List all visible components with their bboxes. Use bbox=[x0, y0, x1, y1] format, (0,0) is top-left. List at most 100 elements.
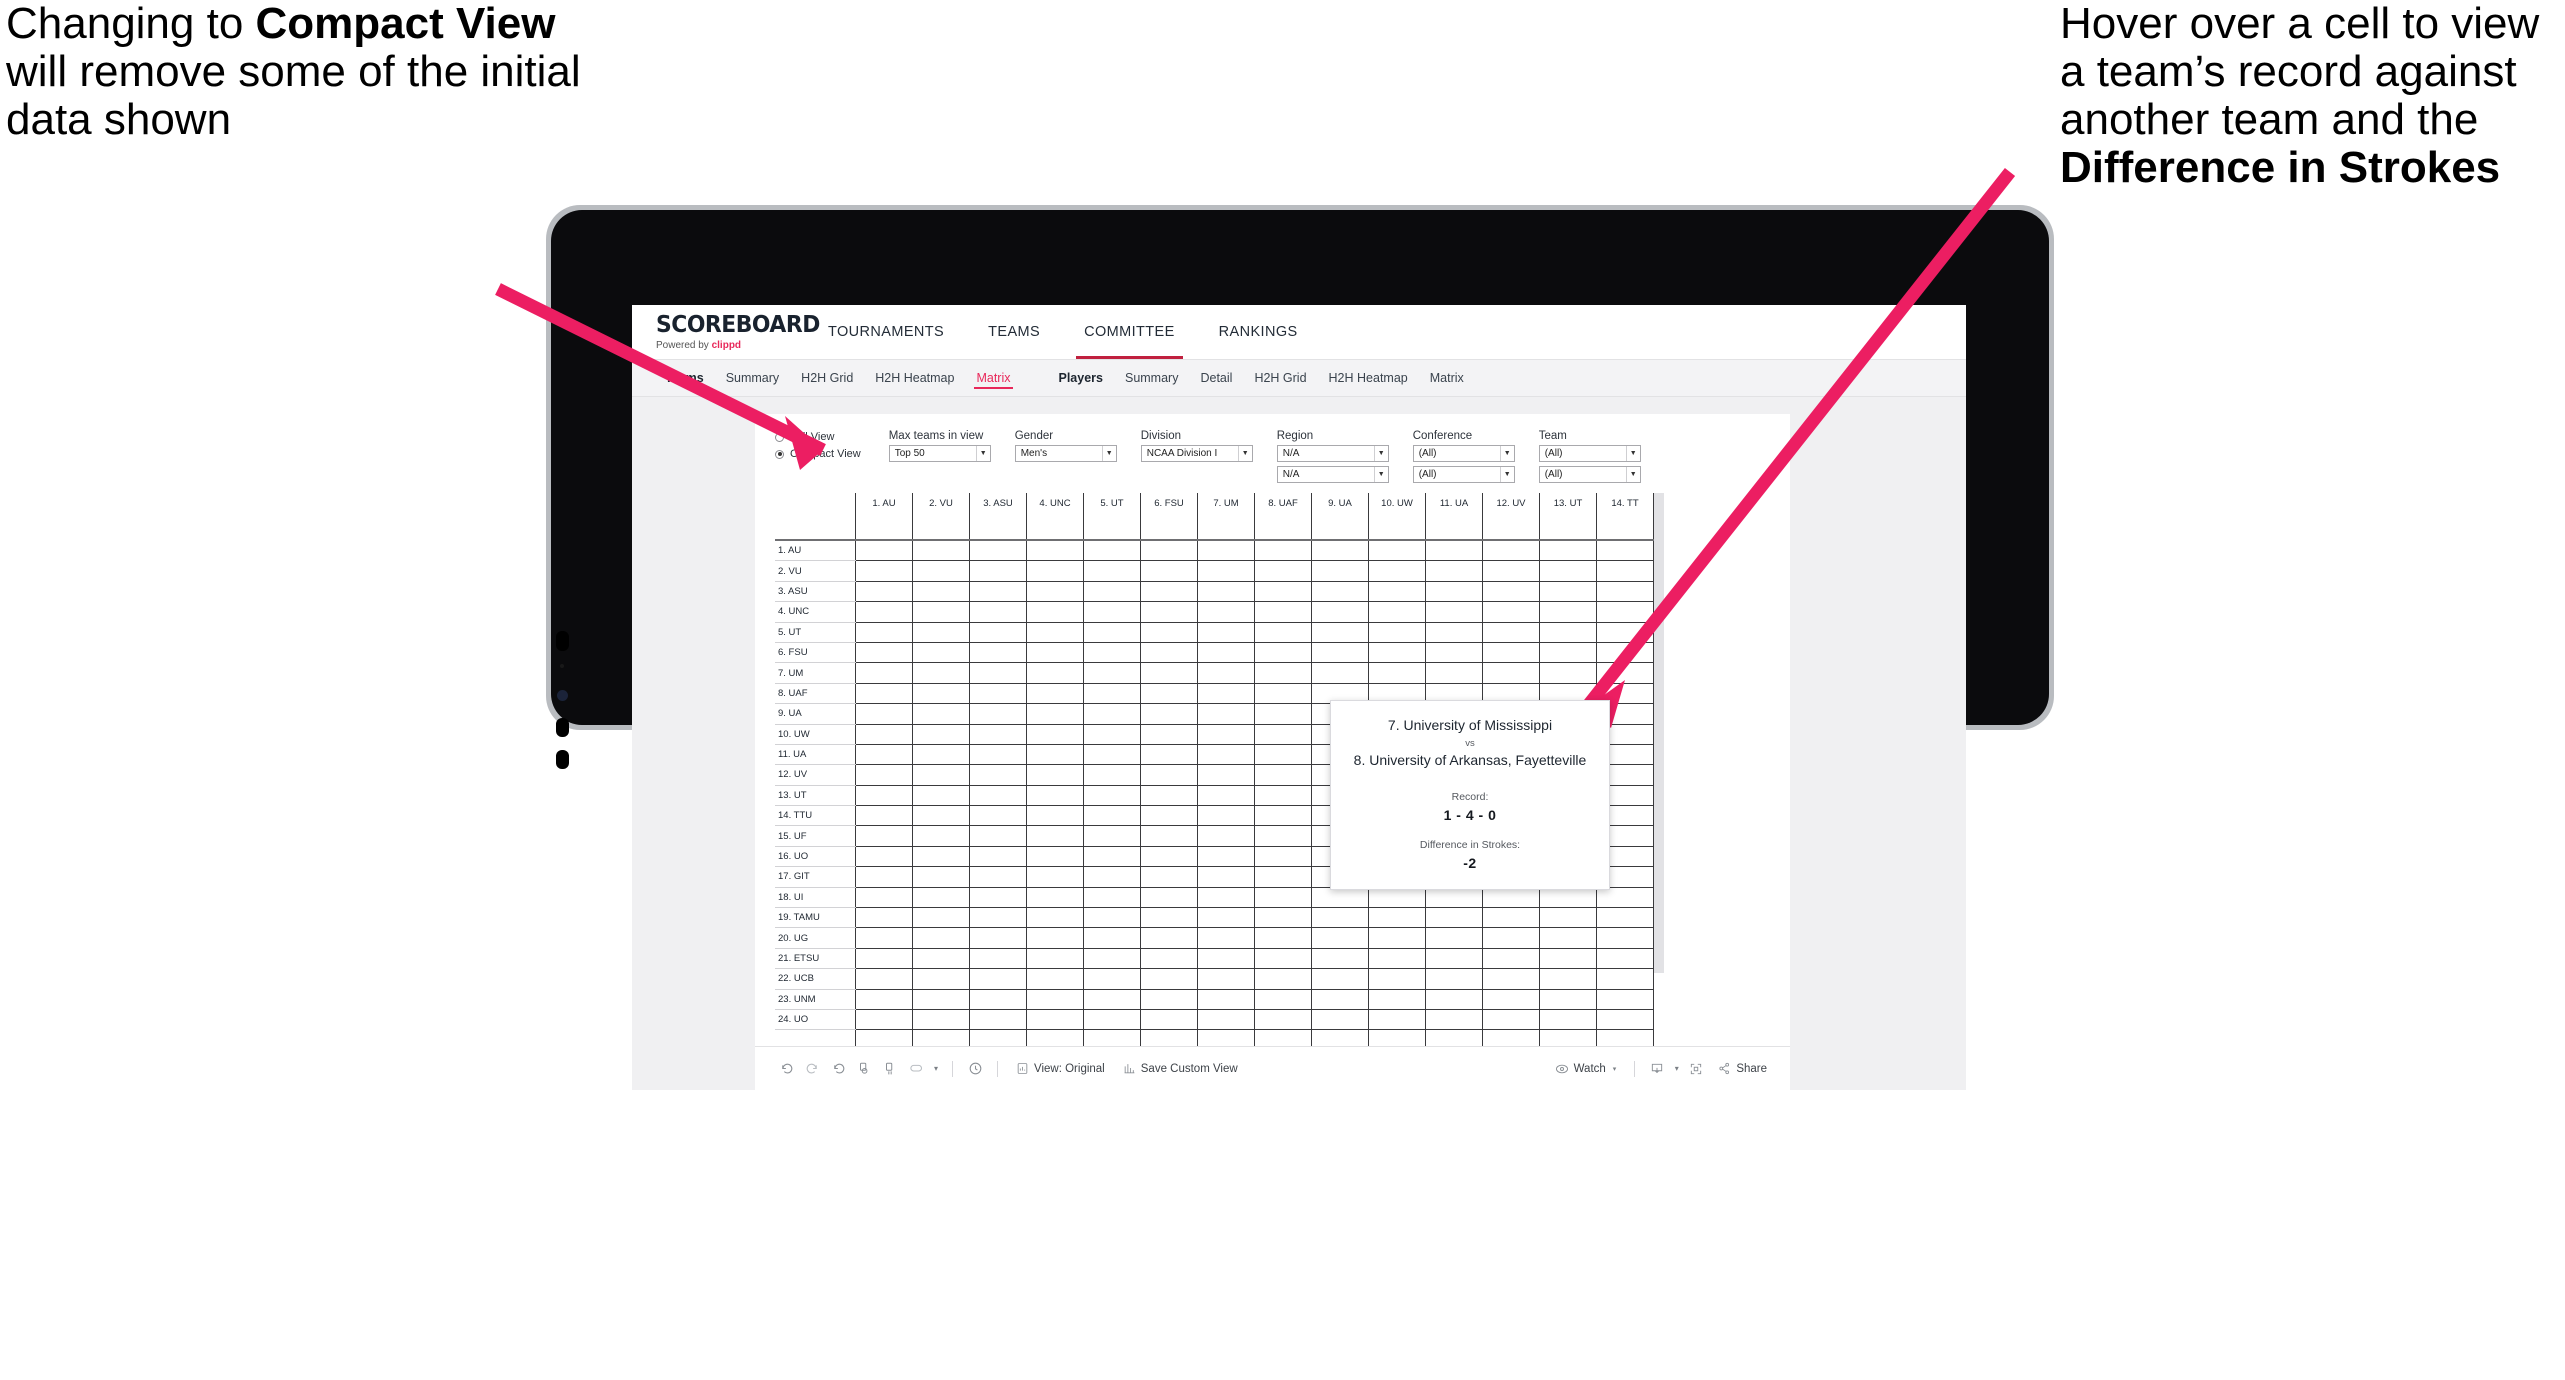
matrix-cell[interactable] bbox=[912, 744, 970, 766]
matrix-cell[interactable] bbox=[1026, 601, 1084, 623]
matrix-cell[interactable] bbox=[1083, 683, 1141, 705]
matrix-cell[interactable] bbox=[912, 825, 970, 847]
download-dropdown-caret[interactable]: ▾ bbox=[1670, 1056, 1683, 1082]
matrix-cell[interactable] bbox=[1425, 907, 1483, 929]
tab-players-matrix[interactable]: Matrix bbox=[1419, 360, 1475, 396]
matrix-cell[interactable] bbox=[1425, 581, 1483, 603]
matrix-cell[interactable] bbox=[1026, 540, 1084, 562]
matrix-cell[interactable] bbox=[1425, 948, 1483, 970]
matrix-cell[interactable] bbox=[969, 744, 1027, 766]
matrix-cell[interactable] bbox=[1539, 560, 1597, 582]
matrix-cell[interactable] bbox=[855, 581, 913, 603]
matrix-cell[interactable] bbox=[1197, 622, 1255, 643]
matrix-cell[interactable] bbox=[1425, 1009, 1483, 1031]
matrix-cell[interactable] bbox=[1083, 662, 1141, 684]
matrix-cell[interactable] bbox=[969, 764, 1027, 786]
matrix-cell[interactable] bbox=[1197, 744, 1255, 766]
matrix-cell[interactable] bbox=[1026, 622, 1084, 643]
matrix-cell[interactable] bbox=[1539, 581, 1597, 603]
matrix-cell[interactable] bbox=[1197, 703, 1255, 725]
matrix-cell[interactable] bbox=[1368, 1009, 1426, 1031]
radio-full-view[interactable]: Full View bbox=[775, 431, 861, 443]
matrix-cell[interactable] bbox=[1140, 785, 1198, 807]
matrix-cell[interactable] bbox=[1083, 805, 1141, 827]
matrix-cell[interactable] bbox=[1197, 1009, 1255, 1031]
matrix-cell[interactable] bbox=[969, 989, 1027, 1010]
matrix-cell[interactable] bbox=[1368, 907, 1426, 929]
matrix-cell[interactable] bbox=[1425, 968, 1483, 990]
matrix-cell[interactable] bbox=[1083, 968, 1141, 990]
matrix-cell[interactable] bbox=[969, 581, 1027, 603]
matrix-cell[interactable] bbox=[1140, 744, 1198, 766]
share-button[interactable]: Share bbox=[1709, 1062, 1776, 1075]
matrix-cell[interactable] bbox=[1368, 989, 1426, 1010]
nav-rankings[interactable]: RANKINGS bbox=[1197, 305, 1320, 359]
matrix-cell[interactable] bbox=[1368, 968, 1426, 990]
matrix-cell[interactable] bbox=[1596, 907, 1654, 929]
matrix-cell[interactable] bbox=[1140, 825, 1198, 847]
matrix-cell[interactable] bbox=[1140, 866, 1198, 888]
matrix-cell[interactable] bbox=[1140, 1009, 1198, 1031]
matrix-cell[interactable] bbox=[1254, 642, 1312, 664]
matrix-cell[interactable] bbox=[1026, 683, 1084, 705]
matrix-cell[interactable] bbox=[1596, 662, 1654, 684]
alerts-icon[interactable] bbox=[962, 1056, 988, 1082]
nav-teams[interactable]: TEAMS bbox=[966, 305, 1062, 359]
matrix-cell[interactable] bbox=[1596, 887, 1654, 909]
matrix-cell[interactable] bbox=[1482, 907, 1540, 929]
matrix-cell[interactable] bbox=[1083, 560, 1141, 582]
matrix-cell[interactable] bbox=[1197, 907, 1255, 929]
matrix-cell[interactable] bbox=[969, 825, 1027, 847]
matrix-cell[interactable] bbox=[1368, 581, 1426, 603]
matrix-cell[interactable] bbox=[1197, 540, 1255, 562]
matrix-cell[interactable] bbox=[1254, 785, 1312, 807]
matrix-cell[interactable] bbox=[1482, 927, 1540, 949]
matrix-cell[interactable] bbox=[912, 989, 970, 1010]
matrix-cell[interactable] bbox=[1026, 662, 1084, 684]
matrix-cell[interactable] bbox=[1425, 887, 1483, 909]
matrix-cell[interactable] bbox=[1482, 948, 1540, 970]
matrix-cell[interactable] bbox=[1539, 622, 1597, 643]
matrix-cell[interactable] bbox=[1140, 683, 1198, 705]
radio-compact-view[interactable]: Compact View bbox=[775, 448, 861, 460]
matrix-cell[interactable] bbox=[1140, 968, 1198, 990]
matrix-cell[interactable] bbox=[969, 703, 1027, 725]
pause-refresh-icon[interactable] bbox=[877, 1056, 903, 1082]
matrix-cell[interactable] bbox=[969, 887, 1027, 909]
matrix-cell[interactable] bbox=[1482, 622, 1540, 643]
tab-players-h2h-grid[interactable]: H2H Grid bbox=[1243, 360, 1317, 396]
matrix-cell[interactable] bbox=[912, 683, 970, 705]
matrix-cell[interactable] bbox=[1026, 846, 1084, 868]
matrix-cell[interactable] bbox=[1425, 989, 1483, 1010]
matrix-cell[interactable] bbox=[969, 948, 1027, 970]
matrix-cell[interactable] bbox=[1083, 581, 1141, 603]
matrix-cell[interactable] bbox=[1140, 560, 1198, 582]
matrix-cell[interactable] bbox=[969, 662, 1027, 684]
matrix-cell[interactable] bbox=[1083, 724, 1141, 745]
download-icon[interactable] bbox=[1644, 1056, 1670, 1082]
matrix-cell[interactable] bbox=[912, 887, 970, 909]
matrix-cell[interactable] bbox=[1140, 724, 1198, 745]
matrix-cell[interactable] bbox=[1596, 622, 1654, 643]
matrix-cell[interactable] bbox=[1368, 622, 1426, 643]
matrix-cell[interactable] bbox=[1026, 642, 1084, 664]
matrix-cell[interactable] bbox=[1197, 764, 1255, 786]
matrix-cell[interactable] bbox=[1539, 662, 1597, 684]
matrix-cell[interactable] bbox=[1083, 927, 1141, 949]
matrix-cell[interactable] bbox=[1539, 968, 1597, 990]
matrix-cell[interactable] bbox=[969, 1009, 1027, 1031]
matrix-cell[interactable] bbox=[1311, 601, 1369, 623]
matrix-cell[interactable] bbox=[1596, 642, 1654, 664]
matrix-cell[interactable] bbox=[1140, 581, 1198, 603]
filter-team-select-1[interactable]: (All) ▼ bbox=[1538, 445, 1641, 462]
matrix-cell[interactable] bbox=[969, 724, 1027, 745]
matrix-cell[interactable] bbox=[969, 907, 1027, 929]
matrix-cell[interactable] bbox=[1254, 866, 1312, 888]
matrix-cell[interactable] bbox=[1311, 622, 1369, 643]
matrix-cell[interactable] bbox=[1254, 622, 1312, 643]
matrix-cell[interactable] bbox=[1140, 622, 1198, 643]
matrix-cell[interactable] bbox=[1482, 560, 1540, 582]
matrix-cell[interactable] bbox=[1026, 927, 1084, 949]
matrix-cell[interactable] bbox=[1539, 642, 1597, 664]
matrix-cell[interactable] bbox=[1026, 907, 1084, 929]
